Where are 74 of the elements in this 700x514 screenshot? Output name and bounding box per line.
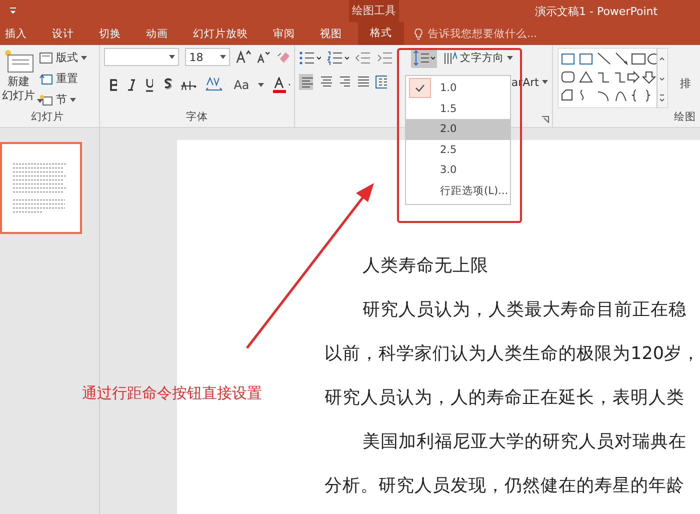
caret-icon: [169, 55, 176, 59]
font-name-field[interactable]: [104, 48, 180, 66]
menu-item[interactable]: 3.0: [406, 160, 510, 180]
align-left-icon[interactable]: [299, 74, 314, 90]
underline-icon[interactable]: [144, 78, 154, 92]
caret-icon: [37, 99, 43, 103]
menu-item[interactable]: 2.5: [406, 140, 510, 160]
new-slide-label: 新建 幻灯片: [2, 75, 35, 103]
menu-item[interactable]: 1.5: [406, 98, 510, 119]
increase-indent-icon[interactable]: [377, 51, 393, 65]
line-spacing-button[interactable]: [411, 48, 437, 68]
font-size-field[interactable]: 18: [185, 48, 230, 66]
change-case-button[interactable]: Aa: [234, 78, 250, 92]
align-right-icon[interactable]: [338, 75, 350, 89]
caret-icon: [220, 55, 226, 59]
columns-icon[interactable]: [374, 75, 388, 89]
text-direction-icon: [443, 51, 457, 65]
italic-icon[interactable]: [126, 79, 136, 91]
annotation-text: 通过行距命令按钮直接设置: [82, 384, 262, 403]
dialog-launcher-icon[interactable]: [542, 116, 549, 123]
ribbon-tab[interactable]: 设计: [46, 26, 74, 40]
menu-item[interactable]: 1.0: [406, 78, 510, 98]
character-spacing-icon[interactable]: [204, 77, 225, 93]
caret-icon: [70, 98, 76, 102]
lightbulb-icon: [414, 28, 423, 40]
group-label: 幻灯片: [31, 110, 64, 124]
section-icon: [39, 94, 53, 106]
ribbon-tab[interactable]: 视图: [314, 26, 342, 40]
new-slide-icon: [2, 48, 34, 74]
caret-icon: [507, 56, 513, 60]
slide-text-line: 研究人员认为，人类最大寿命目前正在稳: [362, 299, 687, 322]
window-title: 演示文稿1 - PowerPoint: [535, 4, 658, 18]
reset-button[interactable]: 重置: [39, 69, 87, 88]
quick-access-icon[interactable]: [9, 7, 17, 15]
shrink-font-icon[interactable]: [257, 50, 271, 64]
ribbon-tab[interactable]: 审阅: [267, 26, 295, 40]
font-color-icon[interactable]: [273, 77, 290, 93]
ribbon-tab[interactable]: 幻灯片放映: [187, 26, 248, 40]
menu-item[interactable]: 2.0: [406, 119, 510, 140]
decrease-indent-icon[interactable]: [355, 51, 371, 65]
slide-text-line: 分析。研究人员发现，仍然健在的寿星的年龄: [324, 475, 685, 498]
tell-me-field[interactable]: 告诉我您想要做什么...: [414, 28, 558, 40]
ribbon-tab[interactable]: 格式: [358, 22, 404, 45]
slide-text-line: 研究人员认为，人的寿命正在延长，表明人类: [324, 387, 685, 410]
grow-font-icon[interactable]: [236, 50, 252, 64]
caret-icon: [258, 83, 264, 87]
ribbon-tab[interactable]: 切换: [93, 26, 121, 40]
justify-icon[interactable]: [356, 75, 369, 89]
new-slide-button[interactable]: 新建 幻灯片: [2, 48, 35, 109]
contextual-tab-group: 绘图工具: [349, 0, 399, 22]
caret-icon: [542, 80, 548, 84]
group-label: 字体: [186, 110, 208, 124]
slide-thumbnail[interactable]: [0, 142, 82, 234]
slide-text-line: 美国加利福尼亚大学的研究人员对瑞典在: [362, 431, 687, 454]
reset-icon: [39, 72, 53, 84]
strikethrough-icon[interactable]: [180, 79, 196, 91]
text-direction-button[interactable]: 文字方向: [443, 51, 513, 65]
align-center-icon[interactable]: [319, 75, 332, 89]
numbering-icon[interactable]: [327, 51, 349, 65]
slide-text-line: 以前，科学家们认为人类生命的极限为120岁，: [324, 343, 700, 366]
section-button[interactable]: 节: [39, 90, 87, 109]
layout-button[interactable]: 版式: [39, 48, 87, 67]
shapes-gallery[interactable]: [558, 48, 668, 108]
ribbon-tab[interactable]: 插入: [0, 26, 27, 40]
slide-text-line: 人类寿命无上限: [362, 255, 489, 278]
shadow-text-icon[interactable]: [162, 78, 172, 92]
bullets-icon[interactable]: [299, 51, 321, 65]
group-label: 绘图: [674, 110, 696, 124]
menu-item[interactable]: 行距选项(L)...: [406, 180, 510, 201]
arrange-button[interactable]: 排: [680, 76, 691, 108]
line-spacing-icon: [413, 50, 435, 66]
caret-icon: [81, 56, 87, 60]
layout-icon: [39, 52, 53, 64]
ribbon-tab[interactable]: 动画: [140, 26, 168, 40]
